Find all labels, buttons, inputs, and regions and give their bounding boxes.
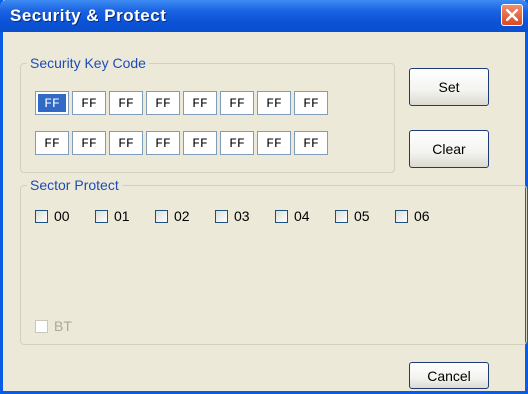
- sector-protect-label: Sector Protect: [27, 177, 122, 193]
- key-byte-field[interactable]: [72, 131, 106, 155]
- checkbox-box[interactable]: [395, 209, 408, 223]
- key-byte-field[interactable]: [257, 91, 291, 115]
- sector-checkbox-06[interactable]: 06: [395, 208, 455, 224]
- key-row-1: [35, 91, 328, 115]
- key-byte-field[interactable]: [72, 91, 106, 115]
- checkbox-box[interactable]: [215, 209, 228, 223]
- key-byte-input[interactable]: [112, 134, 140, 152]
- key-byte-input[interactable]: [297, 134, 325, 152]
- key-row-2: [35, 131, 328, 155]
- security-key-code-label: Security Key Code: [27, 55, 149, 71]
- sector-label: 06: [414, 208, 430, 224]
- key-byte-input[interactable]: [260, 94, 288, 112]
- key-byte-input[interactable]: [260, 134, 288, 152]
- key-byte-field[interactable]: [220, 131, 254, 155]
- close-icon: [506, 9, 518, 21]
- sector-label: 04: [294, 208, 310, 224]
- key-byte-input[interactable]: [223, 94, 251, 112]
- sector-checkbox-01[interactable]: 01: [95, 208, 155, 224]
- sector-label: 05: [354, 208, 370, 224]
- checkbox-box: [35, 319, 48, 333]
- key-byte-field[interactable]: [35, 131, 69, 155]
- sector-checkbox-05[interactable]: 05: [335, 208, 395, 224]
- key-byte-field[interactable]: [183, 91, 217, 115]
- key-byte-input[interactable]: [186, 94, 214, 112]
- checkbox-box[interactable]: [155, 209, 168, 223]
- security-protect-dialog: Security & Protect Security Key Code Set…: [0, 0, 528, 394]
- sector-label: 02: [174, 208, 190, 224]
- key-byte-input[interactable]: [112, 94, 140, 112]
- key-byte-field[interactable]: [146, 131, 180, 155]
- bt-label: BT: [54, 318, 72, 334]
- key-byte-input[interactable]: [75, 94, 103, 112]
- key-byte-field[interactable]: [294, 131, 328, 155]
- title-bar[interactable]: Security & Protect: [0, 0, 528, 32]
- key-byte-field[interactable]: [146, 91, 180, 115]
- key-byte-input[interactable]: [149, 94, 177, 112]
- sector-checkbox-03[interactable]: 03: [215, 208, 275, 224]
- key-byte-input[interactable]: [149, 134, 177, 152]
- clear-button[interactable]: Clear: [409, 130, 489, 168]
- sector-checkbox-04[interactable]: 04: [275, 208, 335, 224]
- key-byte-field[interactable]: [183, 131, 217, 155]
- key-byte-field[interactable]: [109, 131, 143, 155]
- sector-label: 03: [234, 208, 250, 224]
- key-byte-input[interactable]: [38, 134, 66, 152]
- key-byte-input[interactable]: [75, 134, 103, 152]
- key-byte-field[interactable]: [109, 91, 143, 115]
- cancel-button[interactable]: Cancel: [409, 362, 489, 389]
- key-byte-input[interactable]: [38, 94, 66, 112]
- bt-checkbox-disabled: BT: [35, 318, 72, 334]
- key-byte-field[interactable]: [220, 91, 254, 115]
- key-byte-field[interactable]: [257, 131, 291, 155]
- checkbox-box[interactable]: [95, 209, 108, 223]
- security-key-code-group: Security Key Code: [20, 55, 395, 173]
- checkbox-box[interactable]: [275, 209, 288, 223]
- key-byte-input[interactable]: [297, 94, 325, 112]
- sector-checkbox-row: 00 01 02 03 04 05 06: [35, 208, 455, 224]
- key-byte-input[interactable]: [186, 134, 214, 152]
- window-title: Security & Protect: [10, 6, 167, 25]
- key-byte-field[interactable]: [294, 91, 328, 115]
- key-byte-input[interactable]: [223, 134, 251, 152]
- checkbox-box[interactable]: [35, 209, 48, 223]
- sector-checkbox-02[interactable]: 02: [155, 208, 215, 224]
- set-button[interactable]: Set: [409, 68, 489, 106]
- sector-label: 01: [114, 208, 130, 224]
- checkbox-box[interactable]: [335, 209, 348, 223]
- key-byte-field[interactable]: [35, 91, 69, 115]
- sector-label: 00: [54, 208, 70, 224]
- close-button[interactable]: [501, 4, 523, 26]
- sector-checkbox-00[interactable]: 00: [35, 208, 95, 224]
